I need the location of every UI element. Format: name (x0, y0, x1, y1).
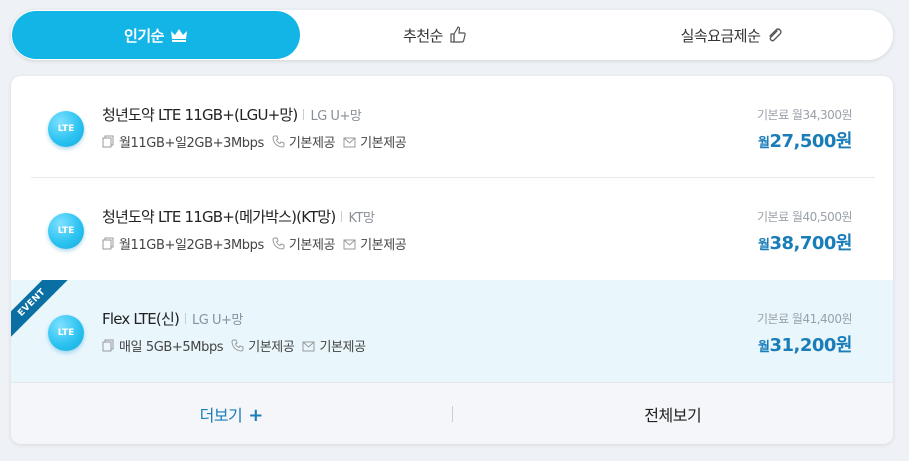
paperclip-icon (766, 27, 783, 43)
plan-item[interactable]: LTE 청년도약 LTE 11GB+(메가박스)(KT망) KT망 월11GB+… (11, 178, 893, 280)
sale-prefix: 월 (758, 340, 770, 355)
plan-voice: 기본제공 (288, 136, 336, 151)
message-icon (343, 135, 356, 148)
tab-recommended-label: 추천순 (403, 26, 443, 45)
plan-data: 월11GB+일2GB+3Mbps (119, 136, 264, 151)
data-icon (102, 339, 115, 352)
crown-icon (170, 28, 188, 42)
more-button[interactable]: 더보기 + (11, 402, 452, 426)
plan-data: 매일 5GB+5Mbps (119, 340, 224, 355)
sort-tabs: 인기순 추천순 실속요금제순 (11, 10, 893, 60)
plan-sms: 기본제공 (360, 238, 407, 253)
lte-badge-icon: LTE (48, 111, 84, 147)
tab-popular-label: 인기순 (124, 26, 164, 45)
sale-price: 38,700원 (769, 233, 852, 254)
data-icon (102, 237, 115, 250)
plan-name: Flex LTE(신) (102, 310, 180, 328)
plan-data: 월11GB+일2GB+3Mbps (119, 238, 264, 253)
divider (185, 313, 187, 324)
plan-list: LTE 청년도약 LTE 11GB+(LGU+망) LG U+망 월11GB+일… (11, 76, 893, 444)
phone-icon (272, 237, 285, 250)
plan-name: 청년도약 LTE 11GB+(메가박스)(KT망) (102, 208, 336, 226)
thumbs-up-icon (449, 26, 467, 44)
list-footer: 더보기 + 전체보기 (11, 382, 893, 444)
data-icon (102, 135, 115, 148)
plan-item[interactable]: LTE 청년도약 LTE 11GB+(LGU+망) LG U+망 월11GB+일… (11, 76, 893, 178)
original-price: 기본료 월40,500원 (756, 210, 853, 224)
phone-icon (231, 339, 244, 352)
sale-prefix: 월 (758, 136, 770, 151)
plan-network: LG U+망 (192, 313, 243, 328)
original-price: 기본료 월41,400원 (756, 312, 853, 326)
tab-value-label: 실속요금제순 (680, 26, 761, 45)
phone-icon (272, 135, 285, 148)
plan-item[interactable]: EVENT LTE Flex LTE(신) LG U+망 매일 5GB+5Mbp… (11, 280, 893, 382)
message-icon (302, 339, 315, 352)
more-label: 더보기 (199, 405, 243, 425)
plan-name: 청년도약 LTE 11GB+(LGU+망) (102, 106, 298, 124)
original-price: 기본료 월34,300원 (756, 108, 853, 122)
lte-badge-icon: LTE (48, 213, 84, 249)
plan-sms: 기본제공 (360, 136, 407, 151)
tab-popular[interactable]: 인기순 (12, 11, 300, 59)
message-icon (343, 237, 356, 250)
lte-badge-icon: LTE (48, 315, 84, 351)
view-all-button[interactable]: 전체보기 (453, 402, 894, 426)
sale-price: 31,200원 (769, 335, 852, 356)
divider (341, 211, 343, 222)
plan-network: KT망 (348, 211, 375, 226)
sale-price: 27,500원 (769, 131, 852, 152)
tab-recommended[interactable]: 추천순 (300, 11, 570, 59)
divider (303, 109, 305, 120)
plan-sms: 기본제공 (319, 340, 366, 355)
plan-network: LG U+망 (310, 109, 362, 124)
plan-voice: 기본제공 (248, 340, 295, 355)
sale-prefix: 월 (758, 238, 770, 253)
plus-icon: + (248, 404, 263, 426)
plan-voice: 기본제공 (288, 238, 336, 253)
tab-value[interactable]: 실속요금제순 (570, 11, 893, 59)
view-all-label: 전체보기 (644, 405, 702, 425)
